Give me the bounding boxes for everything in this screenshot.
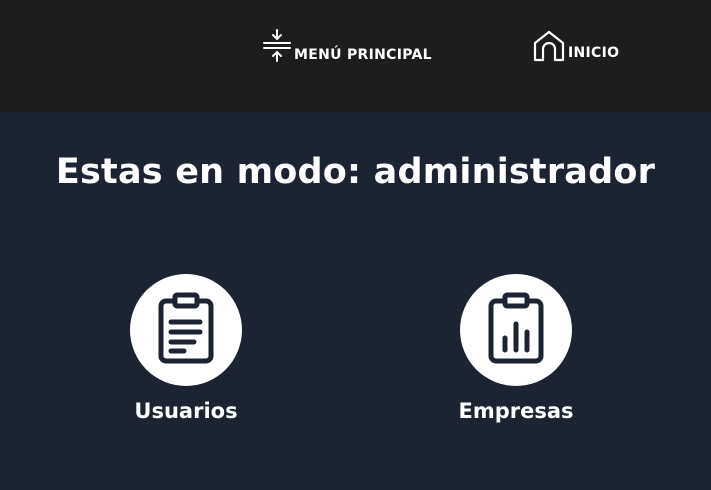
collapse-vertical-icon [262,28,292,64]
card-empresas[interactable]: Empresas [416,274,616,423]
home-icon [532,30,566,62]
nav-inicio-label: INICIO [568,45,620,61]
page-title: Estas en modo: administrador [55,152,656,192]
clipboard-chart-icon [486,292,546,368]
nav-menu-principal-label: MENÚ PRINCIPAL [294,47,432,63]
card-empresas-label: Empresas [458,399,574,423]
card-empresas-circle [460,274,572,386]
card-usuarios[interactable]: Usuarios [86,274,286,423]
nav-menu-principal[interactable]: MENÚ PRINCIPAL [262,28,432,64]
card-usuarios-label: Usuarios [134,399,238,423]
top-navbar: MENÚ PRINCIPAL INICIO [0,0,711,112]
clipboard-list-icon [156,292,216,368]
card-usuarios-circle [130,274,242,386]
nav-inicio[interactable]: INICIO [532,30,619,62]
